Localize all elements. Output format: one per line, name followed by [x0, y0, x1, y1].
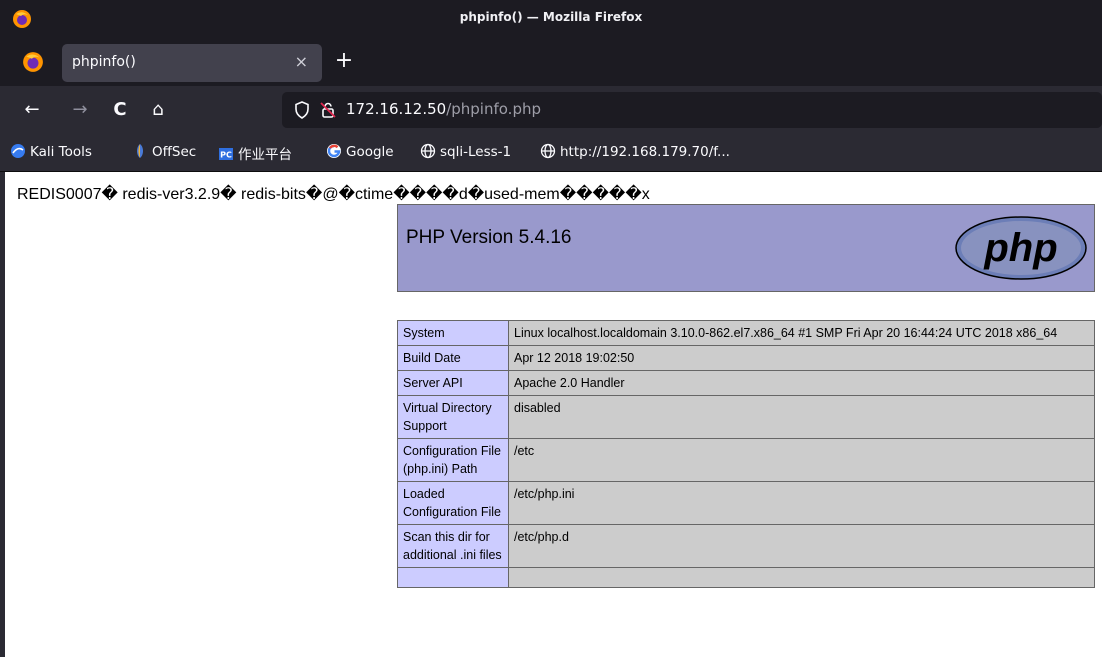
bookmark-label: OffSec: [152, 144, 197, 160]
bookmark-label: Google: [346, 144, 394, 160]
bookmark-zuoye[interactable]: PC 作业平台: [218, 143, 292, 163]
tab-phpinfo[interactable]: phpinfo() ×: [62, 44, 322, 82]
globe-icon: [540, 143, 556, 159]
google-icon: [327, 144, 341, 158]
row-key: Configuration File (php.ini) Path: [397, 438, 509, 482]
table-row: Scan this dir for additional .ini files /…: [397, 524, 1095, 568]
row-value: disabled: [508, 395, 1095, 439]
globe-icon: [420, 143, 436, 159]
home-button[interactable]: ⌂: [144, 96, 172, 124]
php-info-table: System Linux localhost.localdomain 3.10.0…: [397, 320, 1095, 588]
bookmark-google[interactable]: Google: [326, 143, 394, 160]
url-host: 172.16.12.50: [346, 100, 447, 118]
new-tab-button[interactable]: +: [332, 48, 356, 74]
shield-icon[interactable]: [292, 100, 312, 120]
row-value: /etc: [508, 438, 1095, 482]
row-value: [508, 567, 1095, 588]
table-row: Server API Apache 2.0 Handler: [397, 370, 1095, 396]
title-bar: phpinfo() — Mozilla Firefox: [0, 0, 1102, 38]
row-value: Apr 12 2018 19:02:50: [508, 345, 1095, 371]
redis-output-text: REDIS0007� redis-ver3.2.9� redis-bits�@�…: [17, 186, 650, 203]
bookmark-label: http://192.168.179.70/f...: [560, 144, 730, 160]
url-text[interactable]: 172.16.12.50/phpinfo.php: [346, 100, 541, 118]
bookmark-sqli-less-1[interactable]: sqli-Less-1: [420, 143, 511, 160]
kali-icon: [11, 144, 25, 158]
php-version-header: PHP Version 5.4.16 php: [397, 204, 1095, 292]
php-logo-text: php: [983, 226, 1057, 270]
row-key: Virtual Directory Support: [397, 395, 509, 439]
pc-icon: PC: [219, 148, 233, 160]
tab-label: phpinfo(): [72, 54, 136, 70]
reload-button[interactable]: C: [106, 96, 134, 124]
navigation-bar: ← → C ⌂ 172.16.12.50/phpinfo.php: [0, 86, 1102, 134]
php-version-title: PHP Version 5.4.16: [406, 227, 572, 248]
insecure-lock-icon[interactable]: [318, 100, 338, 120]
window-title: phpinfo() — Mozilla Firefox: [459, 10, 643, 24]
table-row: Virtual Directory Support disabled: [397, 395, 1095, 439]
row-value: /etc/php.d: [508, 524, 1095, 568]
bookmark-http-192-168-179-70[interactable]: http://192.168.179.70/f...: [540, 143, 730, 160]
offsec-icon: [137, 144, 143, 158]
tab-bar: phpinfo() × +: [0, 38, 1102, 86]
table-row: System Linux localhost.localdomain 3.10.0…: [397, 320, 1095, 346]
php-logo[interactable]: php: [954, 215, 1088, 281]
forward-button[interactable]: →: [66, 96, 94, 124]
row-key: Scan this dir for additional .ini files: [397, 524, 509, 568]
bookmark-label: 作业平台: [238, 147, 292, 163]
row-key: [397, 567, 509, 588]
table-row: Build Date Apr 12 2018 19:02:50: [397, 345, 1095, 371]
url-path: /phpinfo.php: [446, 100, 541, 118]
table-row: Configuration File (php.ini) Path/etc: [397, 438, 1095, 482]
firefox-view-icon[interactable]: [22, 51, 44, 73]
bookmark-kali-tools[interactable]: Kali Tools: [10, 143, 92, 160]
bookmark-label: Kali Tools: [30, 144, 92, 160]
bookmark-label: sqli-Less-1: [440, 144, 512, 160]
row-value: /etc/php.ini: [508, 481, 1095, 525]
close-tab-icon[interactable]: ×: [295, 52, 308, 71]
row-key: Loaded Configuration File: [397, 481, 509, 525]
row-value: Linux localhost.localdomain 3.10.0-862.e…: [508, 320, 1095, 346]
svg-text:PC: PC: [220, 151, 232, 160]
row-key: Build Date: [397, 345, 509, 371]
row-key: Server API: [397, 370, 509, 396]
bookmark-offsec[interactable]: OffSec: [132, 143, 196, 160]
table-row: Loaded Configuration File/etc/php.ini: [397, 481, 1095, 525]
bookmarks-toolbar: Kali Tools OffSec PC 作业平台 Google sqli-Le…: [0, 134, 1102, 172]
page-content: REDIS0007� redis-ver3.2.9� redis-bits�@�…: [0, 172, 1102, 657]
row-key: System: [397, 320, 509, 346]
back-button[interactable]: ←: [18, 96, 46, 124]
url-bar[interactable]: 172.16.12.50/phpinfo.php: [282, 92, 1102, 128]
row-value: Apache 2.0 Handler: [508, 370, 1095, 396]
table-row: [397, 567, 1095, 588]
